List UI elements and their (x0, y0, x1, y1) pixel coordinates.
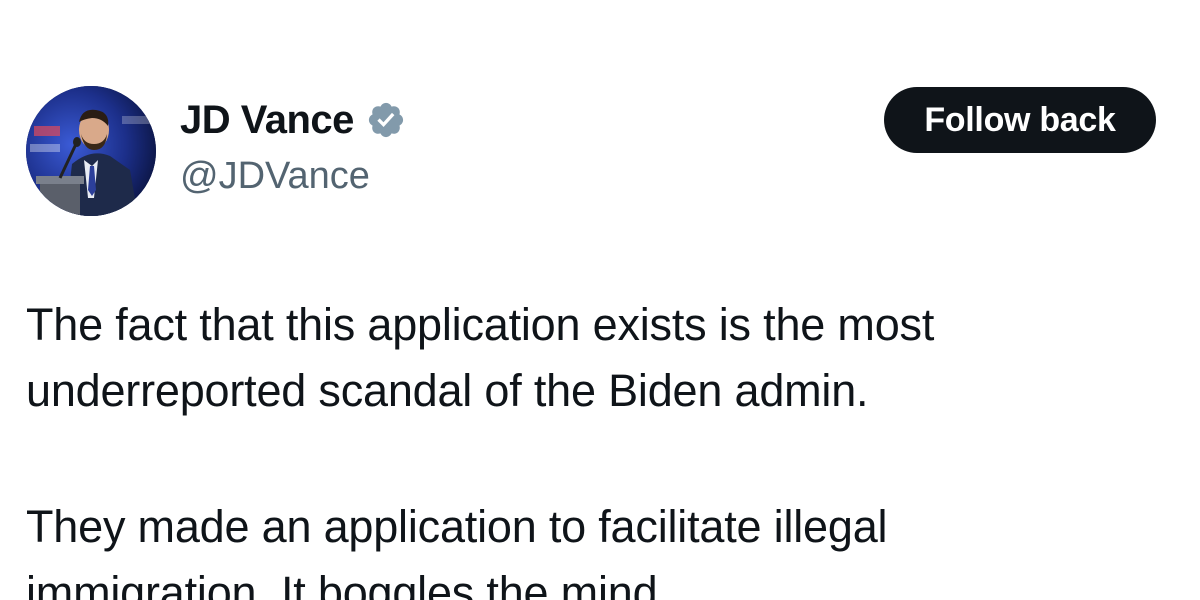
avatar[interactable] (26, 86, 156, 216)
profile-photo-icon (26, 86, 156, 216)
display-name[interactable]: JD Vance (180, 94, 354, 146)
follow-back-button[interactable]: Follow back (884, 87, 1156, 153)
handle[interactable]: @JDVance (180, 150, 406, 202)
tweet-paragraph-1: The fact that this application exists is… (26, 299, 935, 416)
verified-badge-icon[interactable] (366, 100, 406, 140)
tweet-header: JD Vance @JDVance Follow back (26, 86, 1156, 216)
name-row: JD Vance (180, 94, 406, 146)
tweet-text: The fact that this application exists is… (26, 292, 1176, 600)
author-identity: JD Vance @JDVance (180, 94, 406, 202)
tweet-paragraph-2: They made an application to facilitate i… (26, 501, 888, 600)
tweet-card: JD Vance @JDVance Follow back The fact t… (0, 0, 1200, 600)
